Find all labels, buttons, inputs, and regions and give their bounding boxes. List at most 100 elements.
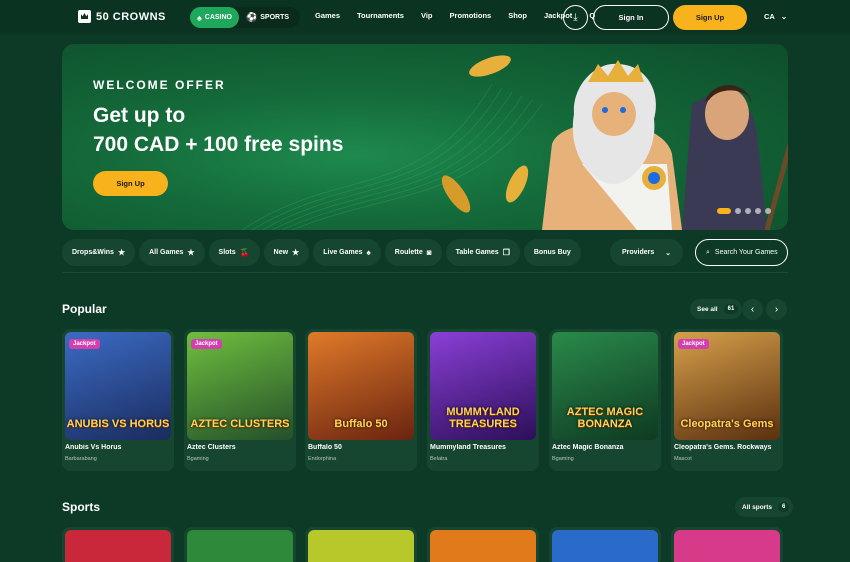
- filter-pill-icon: ★: [292, 248, 300, 257]
- carousel-dot[interactable]: [755, 208, 761, 214]
- filter-pill[interactable]: Roulette ◙: [384, 239, 442, 266]
- game-provider: Endorphina: [308, 456, 337, 462]
- casino-mode-button[interactable]: ♠ CASINO: [190, 7, 240, 28]
- download-icon: ⤓: [573, 12, 578, 23]
- carousel-dot-active[interactable]: [717, 208, 731, 214]
- game-art-title: AZTEC CLUSTERS: [190, 418, 290, 430]
- main-nav: Games Tournaments Vip Promotions Shop Ja…: [315, 11, 595, 20]
- game-thumbnail[interactable]: Cleopatra's Gems Jackpot: [674, 332, 780, 440]
- filter-pill-icon: ★: [187, 248, 195, 257]
- game-title: Mummyland Treasures: [430, 444, 506, 451]
- providers-dropdown[interactable]: Providers ⌄: [610, 239, 683, 266]
- sport-thumbnail: [674, 530, 780, 562]
- filter-pill[interactable]: Bonus Buy: [523, 239, 581, 266]
- game-thumbnail[interactable]: AZTEC CLUSTERS Jackpot: [187, 332, 293, 440]
- see-all-label: See all: [697, 305, 718, 313]
- nav-tournaments[interactable]: Tournaments: [357, 11, 404, 20]
- sport-card[interactable]: [184, 527, 296, 562]
- filter-pill[interactable]: Table Games ❐: [445, 239, 520, 266]
- game-title: Anubis Vs Horus: [65, 444, 122, 451]
- carousel-next-button[interactable]: ›: [766, 299, 787, 320]
- carousel-dot[interactable]: [765, 208, 771, 214]
- game-thumbnail[interactable]: MUMMYLAND TREASURES: [430, 332, 536, 440]
- nav-promotions[interactable]: Promotions: [450, 11, 492, 20]
- banner-sign-up-button[interactable]: Sign Up: [93, 171, 168, 196]
- filter-pill-label: Slots: [218, 249, 236, 256]
- game-card[interactable]: AZTEC CLUSTERS Jackpot Aztec Clusters Bgami…: [184, 329, 296, 471]
- filter-pill-label: New: [273, 249, 289, 256]
- chevron-left-icon: ‹: [750, 304, 755, 315]
- sport-thumbnail: [65, 530, 171, 562]
- search-placeholder: Search Your Games: [714, 249, 778, 256]
- game-thumbnail[interactable]: ANUBIS VS HORUS Jackpot: [65, 332, 171, 440]
- carousel-dots: [717, 208, 771, 214]
- search-games-field[interactable]: ⌕ Search Your Games: [695, 239, 788, 266]
- game-title: Buffalo 50: [308, 444, 342, 451]
- banner-title: Get up to 700 CAD + 100 free spins: [93, 101, 413, 159]
- game-card[interactable]: Cleopatra's Gems Jackpot Cleopatra's Gems.…: [671, 329, 783, 471]
- casino-sports-toggle: ♠ CASINO ⚽ SPORTS: [190, 7, 300, 28]
- game-art-title: ANUBIS VS HORUS: [66, 418, 170, 430]
- download-app-button[interactable]: ⤓: [563, 5, 588, 30]
- filter-pill-label: Live Games: [323, 249, 363, 256]
- filter-pill[interactable]: New ★: [263, 239, 310, 266]
- jackpot-badge: Jackpot: [191, 339, 222, 349]
- filter-pill[interactable]: Drops&Wins ★: [62, 239, 136, 266]
- nav-shop[interactable]: Shop: [508, 11, 527, 20]
- crown-logo-icon: [78, 10, 91, 23]
- site-logo[interactable]: 50 CROWNS: [78, 10, 166, 23]
- filter-pill-label: Bonus Buy: [533, 249, 571, 256]
- game-card[interactable]: MUMMYLAND TREASURES Mummyland Treasures Be…: [427, 329, 539, 471]
- sign-in-button[interactable]: Sign In: [593, 5, 669, 30]
- game-title: Aztec Clusters: [187, 444, 236, 451]
- sport-thumbnail: [552, 530, 658, 562]
- sport-thumbnail: [430, 530, 536, 562]
- all-sports-label: All sports: [742, 503, 772, 511]
- welcome-banner[interactable]: WELCOME OFFER Get up to 700 CAD + 100 fr…: [62, 44, 788, 230]
- sports-mode-button[interactable]: ⚽ SPORTS: [239, 7, 296, 28]
- sport-card[interactable]: [671, 527, 783, 562]
- chevron-right-icon: ›: [774, 304, 779, 315]
- nav-games[interactable]: Games: [315, 11, 340, 20]
- sports-section-title: Sports: [62, 500, 101, 514]
- search-icon: ⌕: [706, 248, 710, 256]
- top-header: 50 CROWNS ♠ CASINO ⚽ SPORTS Games Tourna…: [0, 0, 850, 34]
- banner-hero-illustration: [441, 55, 788, 230]
- game-provider: Bgaming: [552, 456, 574, 462]
- divider: [62, 272, 788, 273]
- all-sports-button[interactable]: All sports 6: [735, 497, 794, 517]
- filter-pill-label: Drops&Wins: [72, 249, 114, 256]
- carousel-dot[interactable]: [735, 208, 741, 214]
- game-card[interactable]: ANUBIS VS HORUS Jackpot Anubis Vs Horus Bar…: [62, 329, 174, 471]
- game-provider: Belatra: [430, 456, 448, 462]
- logo-text: 50 CROWNS: [96, 10, 166, 23]
- popular-section-title: Popular: [62, 302, 107, 316]
- casino-label: CASINO: [204, 14, 233, 21]
- sport-card[interactable]: [305, 527, 417, 562]
- chevron-down-icon: ⌄: [665, 249, 671, 257]
- language-selector[interactable]: CA ⌄: [764, 12, 787, 21]
- popular-see-all-button[interactable]: See all 61: [690, 299, 743, 319]
- sign-up-button[interactable]: Sign Up: [673, 5, 747, 30]
- game-art-title: Cleopatra's Gems: [680, 418, 774, 430]
- game-title: Cleopatra's Gems. Rockways: [674, 444, 772, 451]
- carousel-dot[interactable]: [745, 208, 751, 214]
- game-provider: Mascot: [674, 456, 692, 462]
- filter-pill[interactable]: Slots 🍒: [208, 239, 260, 266]
- game-card[interactable]: AZTEC MAGIC BONANZA Aztec Magic Bonanza Bg…: [549, 329, 661, 471]
- filter-pill-icon: ♠: [366, 248, 371, 257]
- game-card[interactable]: Buffalo 50 Buffalo 50 Endorphina: [305, 329, 417, 471]
- sport-card[interactable]: [62, 527, 174, 562]
- game-thumbnail[interactable]: AZTEC MAGIC BONANZA: [552, 332, 658, 440]
- sport-card[interactable]: [549, 527, 661, 562]
- sport-card[interactable]: [427, 527, 539, 562]
- soccer-ball-icon: ⚽: [246, 12, 258, 22]
- jackpot-badge: Jackpot: [69, 339, 100, 349]
- nav-vip[interactable]: Vip: [421, 11, 433, 20]
- filter-pill[interactable]: Live Games ♠: [313, 239, 381, 266]
- carousel-prev-button[interactable]: ‹: [742, 299, 763, 320]
- game-title: Aztec Magic Bonanza: [552, 444, 624, 451]
- filter-pill-icon: ◙: [426, 248, 432, 257]
- filter-pill[interactable]: All Games ★: [139, 239, 205, 266]
- game-thumbnail[interactable]: Buffalo 50: [308, 332, 414, 440]
